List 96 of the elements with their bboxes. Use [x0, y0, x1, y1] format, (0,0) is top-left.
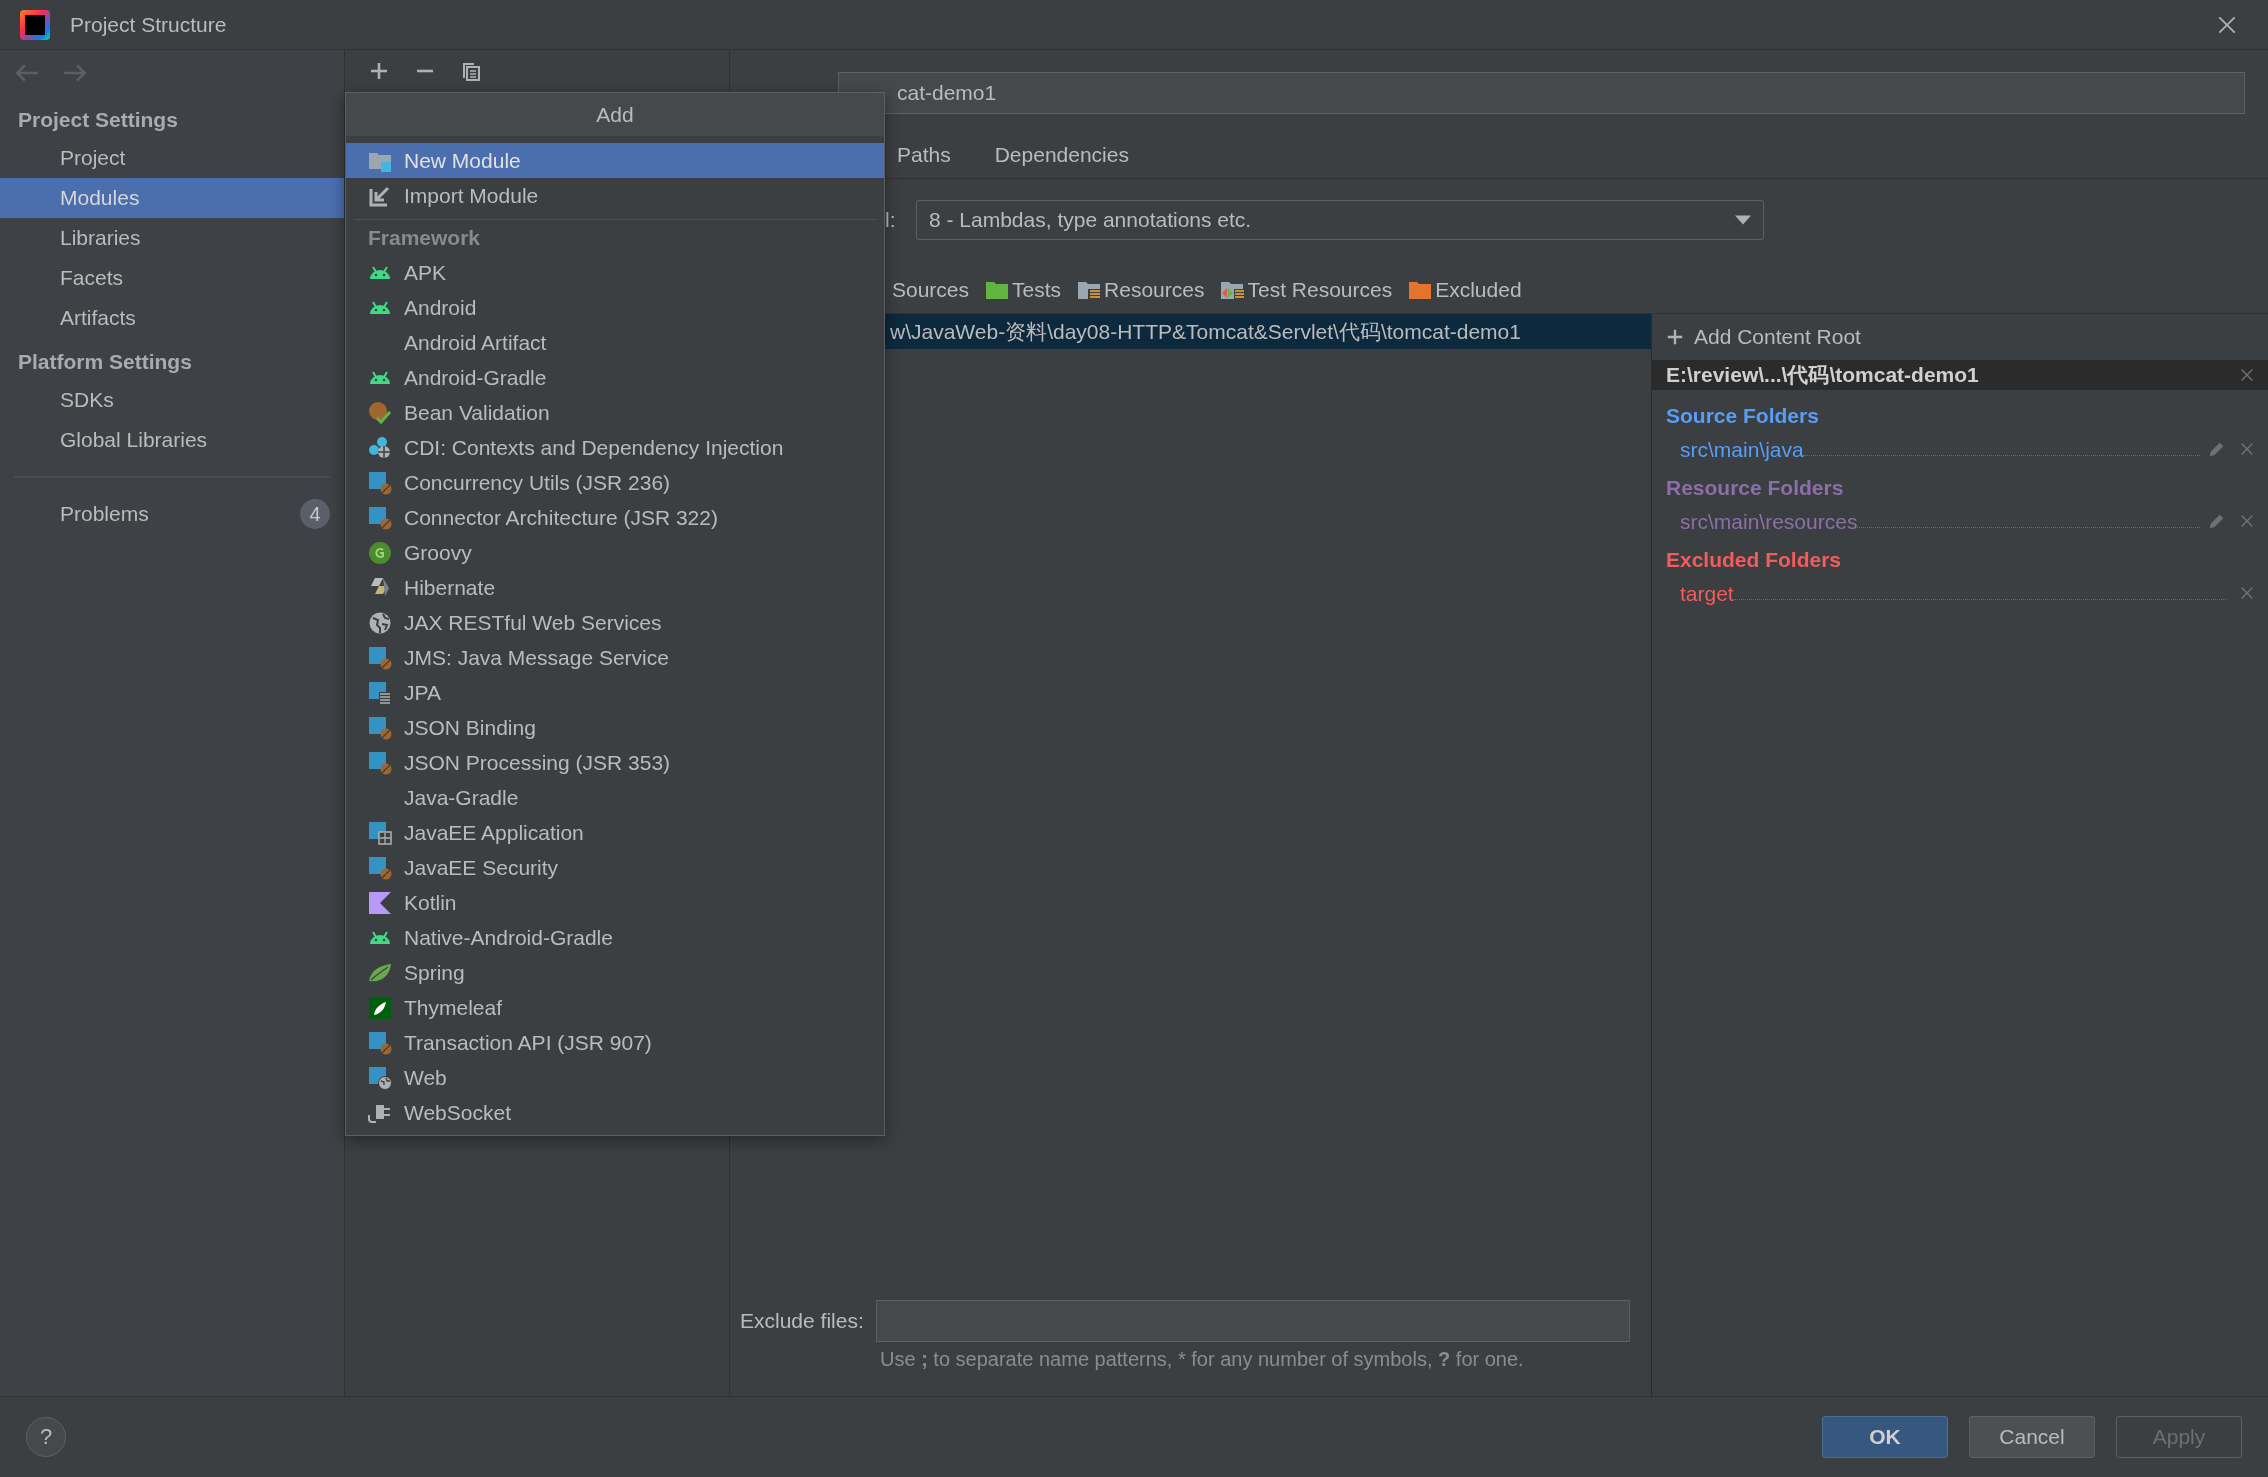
dialog-button[interactable]: OK — [1822, 1416, 1948, 1458]
folder-group-heading: Source Folders — [1665, 403, 1820, 428]
plus-icon — [1666, 328, 1684, 346]
globe-icon — [368, 610, 392, 635]
count-badge: 4 — [300, 499, 330, 529]
close-icon[interactable] — [2238, 366, 2256, 384]
square-bean-icon — [368, 1030, 392, 1055]
menu-item[interactable]: Hibernate — [346, 570, 884, 605]
menu-item[interactable]: CDI: Contexts and Dependency Injection — [346, 430, 884, 465]
folder-icon — [1408, 280, 1433, 300]
mark-as-button[interactable]: Sources — [892, 278, 970, 302]
menu-item[interactable]: New Module — [346, 143, 884, 178]
menu-item[interactable]: WebSocket — [346, 1095, 884, 1130]
beans-globe-icon — [368, 435, 392, 460]
bean-check-icon — [368, 400, 392, 425]
sidebar-item[interactable]: Libraries — [0, 218, 344, 258]
pencil-icon[interactable] — [2208, 440, 2226, 458]
folder-group-heading: Excluded Folders — [1665, 547, 1843, 572]
mark-as-button[interactable]: Resources — [1077, 278, 1205, 302]
close-icon[interactable] — [2238, 584, 2256, 602]
menu-item[interactable]: Web — [346, 1060, 884, 1095]
sidebar-item[interactable]: Artifacts — [0, 298, 344, 338]
k-flag-icon — [368, 890, 392, 915]
window-title: Project Structure — [70, 12, 227, 37]
close-icon[interactable] — [2238, 512, 2256, 530]
leaf-square-icon — [368, 995, 392, 1020]
dialog-button[interactable]: Cancel — [1969, 1416, 2095, 1458]
mark-as-button[interactable]: Excluded — [1408, 278, 1522, 302]
menu-item[interactable]: JavaEE Security — [346, 850, 884, 885]
copy-icon[interactable] — [461, 61, 481, 81]
sidebar-item[interactable]: Global Libraries — [0, 420, 344, 460]
menu-item[interactable]: JMS: Java Message Service — [346, 640, 884, 675]
menu-item[interactable]: Transaction API (JSR 907) — [346, 1025, 884, 1060]
menu-item[interactable]: Import Module — [346, 178, 884, 213]
menu-item[interactable]: JAX RESTful Web Services — [346, 605, 884, 640]
menu-item[interactable]: Thymeleaf — [346, 990, 884, 1025]
help-button[interactable]: ? — [26, 1417, 66, 1457]
square-bean-icon — [368, 645, 392, 670]
mark-as-button[interactable]: Tests — [985, 278, 1062, 302]
menu-item[interactable]: Groovy — [346, 535, 884, 570]
add-content-root-button[interactable]: Add Content Root — [1652, 314, 2268, 360]
language-level-dropdown[interactable]: 8 - Lambdas, type annotations etc. — [916, 200, 1764, 240]
square-grid-icon — [368, 820, 392, 845]
menu-item[interactable]: JSON Processing (JSR 353) — [346, 745, 884, 780]
folder-path: src\main\resources — [1680, 510, 1858, 534]
sidebar-item[interactable]: Modules — [0, 178, 344, 218]
exclude-files-field[interactable] — [875, 1300, 1630, 1342]
sidebar-item[interactable]: Problems — [60, 502, 149, 526]
hint-text: Use ; to separate name patterns, * for any number of symbols, ? for one. — [879, 1348, 1525, 1371]
menu-group-heading: Framework — [367, 224, 482, 251]
square-globe-icon — [368, 1065, 392, 1090]
square-bean-icon — [368, 750, 392, 775]
tab[interactable]: Dependencies — [994, 136, 1129, 176]
field-label: l: — [885, 208, 897, 232]
sidebar-item[interactable]: Facets — [0, 258, 344, 298]
menu-item[interactable]: Bean Validation — [346, 395, 884, 430]
close-icon[interactable] — [2238, 440, 2256, 458]
add-icon[interactable] — [369, 61, 389, 81]
menu-item[interactable]: Spring — [346, 955, 884, 990]
menu-item[interactable]: Android-Gradle — [346, 360, 884, 395]
square-bean-icon — [368, 855, 392, 880]
square-bean-icon — [368, 505, 392, 530]
menu-item[interactable]: Java-Gradle — [346, 780, 884, 815]
caret-icon — [1735, 215, 1751, 225]
menu-title: Add — [346, 93, 884, 136]
letter-g-icon — [368, 540, 392, 565]
name-field[interactable]: cat-demo1 — [838, 72, 2245, 114]
field-label: Exclude files: — [740, 1309, 864, 1333]
folder-lines-icon — [1220, 280, 1245, 300]
forward-arrow-icon[interactable] — [62, 62, 88, 84]
menu-item[interactable]: JPA — [346, 675, 884, 710]
tab[interactable]: Paths — [897, 136, 951, 176]
section-heading: Platform Settings — [17, 349, 193, 375]
square-bean-icon — [368, 470, 392, 495]
folder-icon — [985, 280, 1010, 300]
folder-path: target — [1680, 582, 1734, 606]
square-list-icon — [368, 680, 392, 705]
pencil-icon[interactable] — [2208, 512, 2226, 530]
square-bean-icon — [368, 715, 392, 740]
sidebar-item[interactable]: SDKs — [0, 380, 344, 420]
app-logo-icon — [20, 9, 50, 40]
section-heading: Project Settings — [17, 107, 179, 133]
menu-item[interactable]: Connector Architecture (JSR 322) — [346, 500, 884, 535]
folder-path: src\main\java — [1680, 438, 1804, 462]
folder-lines-icon — [1077, 280, 1102, 300]
menu-item[interactable]: JSON Binding — [346, 710, 884, 745]
menu-item[interactable]: APK — [346, 255, 884, 290]
mark-as-button[interactable]: Test Resources — [1220, 278, 1393, 302]
menu-item[interactable]: Concurrency Utils (JSR 236) — [346, 465, 884, 500]
content-root-path: E:\review\...\代码\tomcat-demo1 — [1666, 362, 1979, 388]
menu-item[interactable]: Native-Android-Gradle — [346, 920, 884, 955]
sidebar-item[interactable]: Project — [0, 138, 344, 178]
menu-item[interactable]: JavaEE Application — [346, 815, 884, 850]
menu-item[interactable]: Kotlin — [346, 885, 884, 920]
folder-group-heading: Resource Folders — [1665, 475, 1845, 500]
back-arrow-icon[interactable] — [14, 62, 40, 84]
